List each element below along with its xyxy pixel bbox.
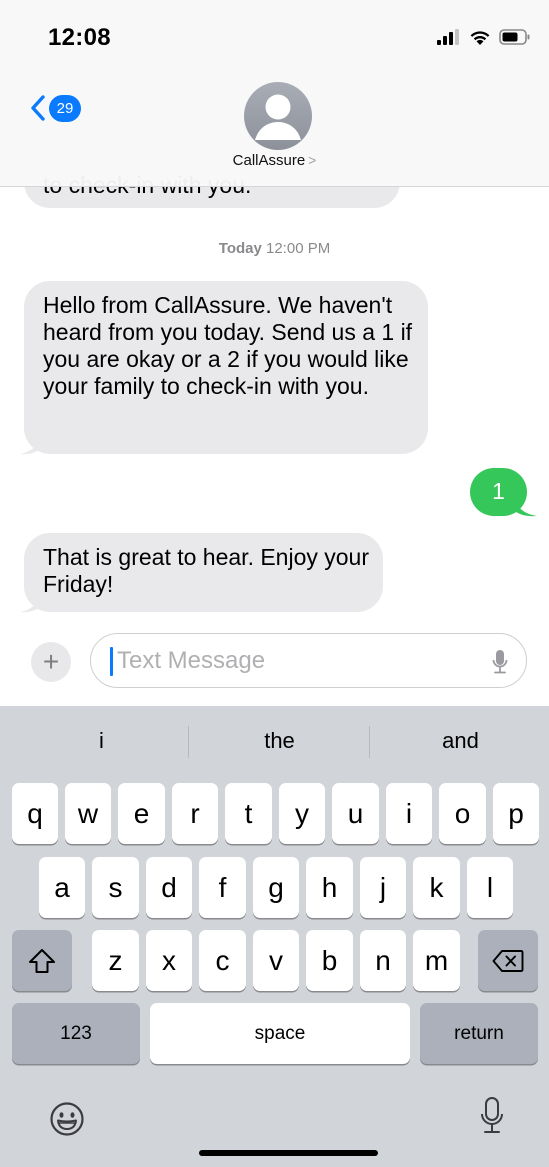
contact-name-button[interactable]: CallAssure > — [0, 152, 549, 169]
unread-count-badge: 29 — [49, 94, 81, 122]
chevron-left-icon — [31, 95, 45, 121]
key-d[interactable]: d — [146, 857, 192, 918]
contact-avatar[interactable] — [244, 82, 312, 150]
conversation-header: 12:08 29 CallAssure > — [0, 0, 549, 187]
key-p[interactable]: p — [493, 783, 539, 844]
key-r[interactable]: r — [172, 783, 218, 844]
key-k[interactable]: k — [413, 857, 460, 918]
plus-icon: + — [42, 646, 60, 677]
key-s[interactable]: s — [92, 857, 139, 918]
chevron-right-icon: > — [308, 152, 317, 168]
home-indicator[interactable] — [199, 1150, 378, 1156]
key-b[interactable]: b — [306, 930, 353, 991]
key-m[interactable]: m — [413, 930, 460, 991]
suggestion-item[interactable]: the — [188, 728, 371, 754]
incoming-message-bubble[interactable]: Hello from CallAssure. We haven't heard … — [24, 281, 428, 454]
timestamp-day: Today — [218, 240, 262, 257]
key-w[interactable]: w — [65, 783, 111, 844]
wifi-icon — [470, 30, 490, 45]
space-key[interactable]: space — [150, 1003, 410, 1064]
key-n[interactable]: n — [360, 930, 406, 991]
shift-key[interactable] — [12, 930, 72, 991]
numbers-key[interactable]: 123 — [12, 1003, 140, 1064]
suggestion-item[interactable]: and — [369, 728, 549, 754]
bubble-tail — [20, 590, 44, 613]
back-button[interactable]: 29 — [30, 94, 81, 122]
key-j[interactable]: j — [360, 857, 406, 918]
key-o[interactable]: o — [439, 783, 486, 844]
message-timestamp: Today 12:00 PM — [0, 240, 549, 257]
message-text: 1 — [492, 478, 505, 504]
delete-icon — [492, 949, 524, 972]
message-composer: + Text Message — [0, 630, 549, 700]
dictation-mic-icon[interactable] — [492, 649, 508, 675]
key-l[interactable]: l — [467, 857, 513, 918]
key-y[interactable]: y — [279, 783, 325, 844]
key-e[interactable]: e — [118, 783, 165, 844]
shift-icon — [29, 948, 55, 973]
status-bar: 12:08 — [0, 0, 549, 80]
contact-name: CallAssure — [232, 152, 306, 169]
incoming-message-bubble[interactable]: That is great to hear. Enjoy your Friday… — [24, 533, 383, 612]
message-input-placeholder: Text Message — [117, 647, 266, 674]
key-i[interactable]: i — [386, 783, 432, 844]
return-key[interactable]: return — [420, 1003, 538, 1064]
key-q[interactable]: q — [12, 783, 58, 844]
key-z[interactable]: z — [92, 930, 139, 991]
message-text: That is great to hear. Enjoy your Friday… — [43, 544, 370, 597]
person-icon — [255, 94, 301, 140]
bubble-tail — [20, 432, 44, 455]
apps-plus-button[interactable]: + — [31, 642, 71, 682]
key-v[interactable]: v — [253, 930, 299, 991]
message-input[interactable]: Text Message — [90, 633, 527, 688]
delete-key[interactable] — [478, 930, 538, 991]
system-icons — [437, 26, 531, 48]
emoji-icon[interactable] — [49, 1101, 85, 1137]
key-h[interactable]: h — [306, 857, 353, 918]
key-c[interactable]: c — [199, 930, 246, 991]
keyboard: i the and q w e r t y u i o p a s d f g … — [0, 706, 549, 1167]
dictation-mic-icon[interactable] — [480, 1096, 504, 1136]
key-x[interactable]: x — [146, 930, 192, 991]
key-t[interactable]: t — [225, 783, 272, 844]
suggestion-item[interactable]: i — [10, 728, 193, 754]
battery-icon — [499, 29, 530, 45]
message-text: Hello from CallAssure. We haven't heard … — [43, 292, 413, 399]
key-g[interactable]: g — [253, 857, 299, 918]
key-a[interactable]: a — [39, 857, 85, 918]
bubble-tail — [511, 494, 537, 517]
text-caret — [110, 647, 113, 676]
signal-icon — [437, 29, 459, 45]
key-u[interactable]: u — [332, 783, 379, 844]
timestamp-time: 12:00 PM — [266, 240, 331, 257]
key-f[interactable]: f — [199, 857, 246, 918]
status-time: 12:08 — [48, 24, 111, 51]
predictive-suggestions-bar: i the and — [0, 706, 549, 776]
